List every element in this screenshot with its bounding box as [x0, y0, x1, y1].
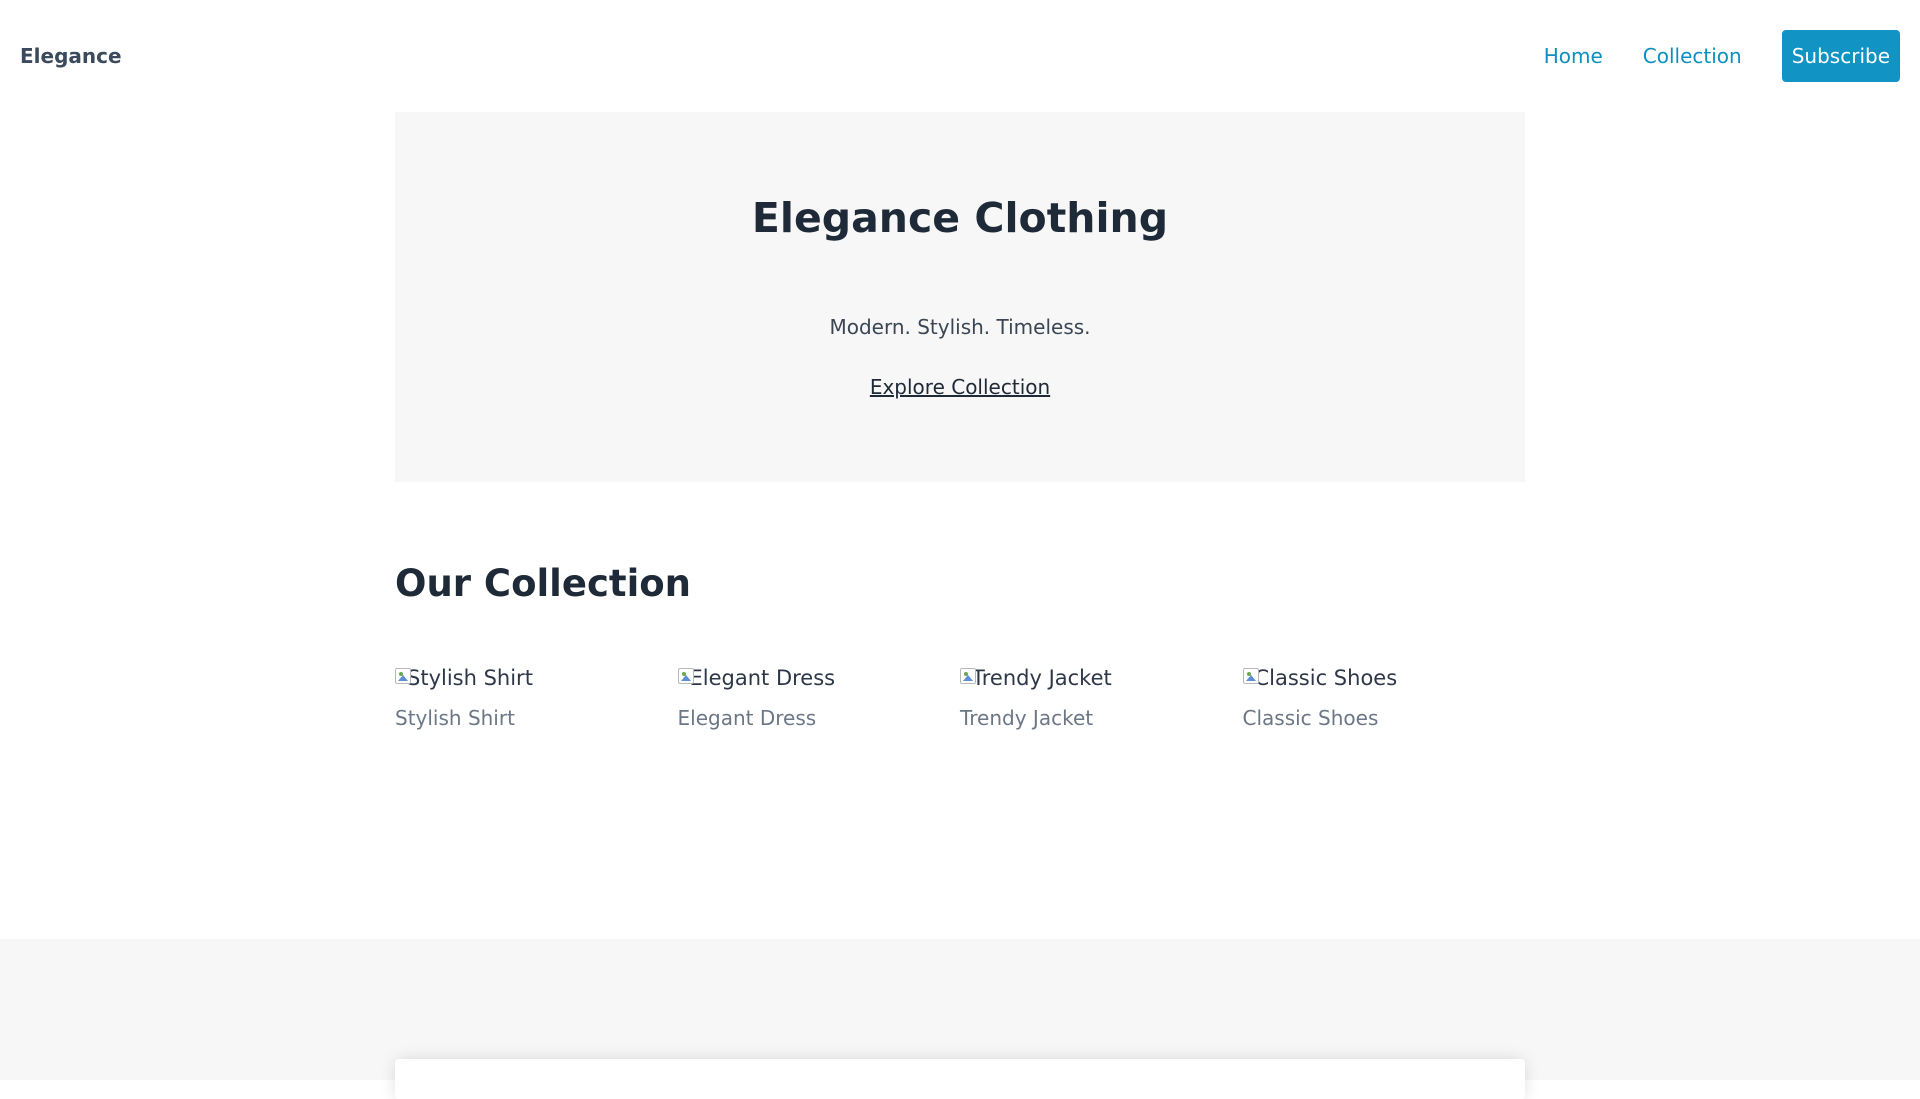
- product-name: Trendy Jacket: [960, 706, 1094, 730]
- product-image[interactable]: Classic Shoes: [1242, 666, 1526, 696]
- nav-collection-link[interactable]: Collection: [1643, 44, 1742, 68]
- collection-title: Our Collection: [395, 562, 692, 605]
- product-card[interactable]: Classic Shoes Classic Shoes: [1242, 666, 1526, 730]
- product-image-alt: Stylish Shirt: [407, 666, 533, 690]
- product-image[interactable]: Trendy Jacket: [960, 666, 1243, 696]
- hero-tagline: Modern. Stylish. Timeless.: [829, 315, 1091, 339]
- site-header: Elegance Home Collection Subscribe: [0, 0, 1920, 112]
- product-image[interactable]: Elegant Dress: [677, 666, 961, 696]
- product-image-alt: Classic Shoes: [1254, 666, 1398, 690]
- product-card[interactable]: Stylish Shirt Stylish Shirt: [395, 666, 678, 730]
- hero-title: Elegance Clothing: [751, 194, 1169, 242]
- brand-logo[interactable]: Elegance: [20, 44, 122, 68]
- nav-home-link[interactable]: Home: [1544, 44, 1603, 68]
- main-nav: Home Collection Subscribe: [1544, 30, 1900, 82]
- hero-section: Elegance Clothing Modern. Stylish. Timel…: [395, 112, 1525, 482]
- broken-image-icon: [1242, 668, 1259, 684]
- product-name: Stylish Shirt: [395, 706, 515, 730]
- product-name: Elegant Dress: [677, 706, 817, 730]
- product-grid: Stylish Shirt Stylish Shirt Elegant Dres…: [395, 666, 1525, 730]
- product-name: Classic Shoes: [1242, 706, 1379, 730]
- subscribe-button[interactable]: Subscribe: [1781, 30, 1900, 82]
- product-card[interactable]: Elegant Dress Elegant Dress: [677, 666, 961, 730]
- broken-image-icon: [677, 668, 694, 684]
- product-image-alt: Elegant Dress: [689, 666, 836, 690]
- subscribe-card: [395, 1059, 1525, 1099]
- product-image[interactable]: Stylish Shirt: [395, 666, 678, 696]
- product-card[interactable]: Trendy Jacket Trendy Jacket: [960, 666, 1243, 730]
- explore-collection-link[interactable]: Explore Collection: [395, 375, 1525, 399]
- broken-image-icon: [395, 668, 411, 684]
- broken-image-icon: [960, 668, 976, 684]
- product-image-alt: Trendy Jacket: [972, 666, 1112, 690]
